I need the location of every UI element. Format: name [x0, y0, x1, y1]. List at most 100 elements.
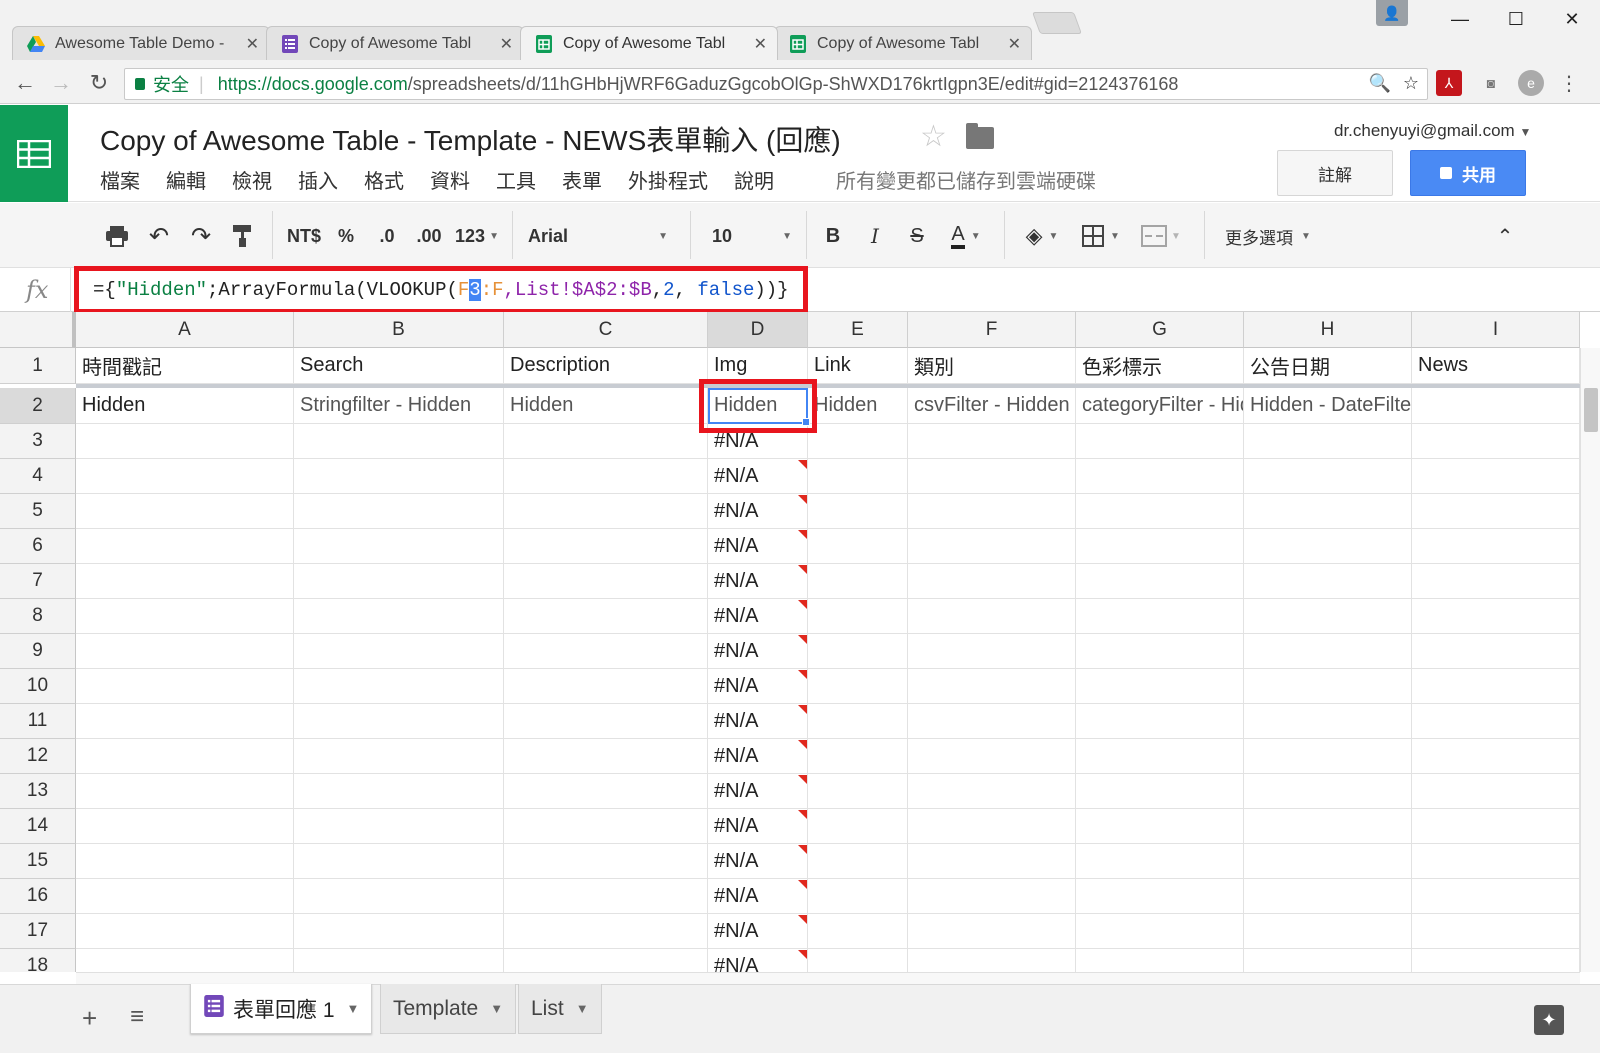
- row-header-1[interactable]: 1: [0, 348, 76, 384]
- cell-h17[interactable]: [1244, 914, 1412, 949]
- cell-h2[interactable]: Hidden - DateFilter: [1244, 388, 1412, 424]
- formula-input[interactable]: ={"Hidden";ArrayFormula(VLOOKUP(F3:F,Lis…: [74, 266, 808, 314]
- cell-g12[interactable]: [1076, 739, 1244, 774]
- new-tab-button[interactable]: [1031, 12, 1083, 34]
- cell-h4[interactable]: [1244, 459, 1412, 494]
- cell-b12[interactable]: [294, 739, 504, 774]
- cell-a8[interactable]: [76, 599, 294, 634]
- cell-e10[interactable]: [808, 669, 908, 704]
- cell-i17[interactable]: [1412, 914, 1580, 949]
- increase-decimal-button[interactable]: .00: [412, 221, 446, 251]
- cell-d18[interactable]: #N/A: [708, 949, 808, 972]
- cell-a15[interactable]: [76, 844, 294, 879]
- cell-g8[interactable]: [1076, 599, 1244, 634]
- cell-h5[interactable]: [1244, 494, 1412, 529]
- cell-f12[interactable]: [908, 739, 1076, 774]
- select-all-corner[interactable]: [0, 312, 76, 348]
- cell-e6[interactable]: [808, 529, 908, 564]
- cell-f9[interactable]: [908, 634, 1076, 669]
- cell-g4[interactable]: [1076, 459, 1244, 494]
- cell-e17[interactable]: [808, 914, 908, 949]
- comments-button[interactable]: 註解: [1277, 150, 1393, 196]
- redo-icon[interactable]: ↷: [186, 221, 216, 251]
- close-tab-icon[interactable]: ✕: [754, 34, 767, 54]
- close-tab-icon[interactable]: ✕: [1008, 34, 1021, 54]
- menu-file[interactable]: 檔案: [100, 165, 140, 194]
- cell-g15[interactable]: [1076, 844, 1244, 879]
- cell-h14[interactable]: [1244, 809, 1412, 844]
- more-options-button[interactable]: 更多選項 ▼: [1218, 221, 1318, 251]
- row-header-15[interactable]: 15: [0, 844, 76, 879]
- cell-g3[interactable]: [1076, 424, 1244, 459]
- cell-a10[interactable]: [76, 669, 294, 704]
- font-size-dropdown[interactable]: 10 ▼: [712, 221, 792, 251]
- column-header-h[interactable]: H: [1244, 312, 1412, 348]
- cell-i18[interactable]: [1412, 949, 1580, 972]
- profile-icon[interactable]: 👤: [1376, 0, 1408, 26]
- cell-i1[interactable]: News: [1412, 348, 1580, 384]
- cell-a14[interactable]: [76, 809, 294, 844]
- cell-g7[interactable]: [1076, 564, 1244, 599]
- scrollbar-thumb[interactable]: [1584, 388, 1598, 432]
- cell-a9[interactable]: [76, 634, 294, 669]
- cell-i12[interactable]: [1412, 739, 1580, 774]
- cell-h12[interactable]: [1244, 739, 1412, 774]
- cell-d9[interactable]: #N/A: [708, 634, 808, 669]
- cell-e15[interactable]: [808, 844, 908, 879]
- cell-e13[interactable]: [808, 774, 908, 809]
- cell-b14[interactable]: [294, 809, 504, 844]
- cell-h11[interactable]: [1244, 704, 1412, 739]
- cell-f13[interactable]: [908, 774, 1076, 809]
- merge-cells-button[interactable]: ▼: [1136, 221, 1186, 251]
- close-tab-icon[interactable]: ✕: [500, 34, 513, 54]
- cell-b17[interactable]: [294, 914, 504, 949]
- cell-c10[interactable]: [504, 669, 708, 704]
- column-header-c[interactable]: C: [504, 312, 708, 348]
- column-header-e[interactable]: E: [808, 312, 908, 348]
- column-header-g[interactable]: G: [1076, 312, 1244, 348]
- cell-c2[interactable]: Hidden: [504, 388, 708, 424]
- text-color-button[interactable]: A ▼: [942, 221, 990, 251]
- cell-d8[interactable]: #N/A: [708, 599, 808, 634]
- menu-addons[interactable]: 外掛程式: [628, 165, 708, 194]
- document-title[interactable]: Copy of Awesome Table - Template - NEWS表…: [100, 119, 841, 159]
- cell-b10[interactable]: [294, 669, 504, 704]
- cell-e8[interactable]: [808, 599, 908, 634]
- account-email[interactable]: dr.chenyuyi@gmail.com ▼: [1334, 121, 1531, 141]
- cell-a2[interactable]: Hidden: [76, 388, 294, 424]
- cell-d16[interactable]: #N/A: [708, 879, 808, 914]
- row-header-16[interactable]: 16: [0, 879, 76, 914]
- secure-indicator[interactable]: 安全: [135, 71, 189, 97]
- close-tab-icon[interactable]: ✕: [246, 34, 259, 54]
- cell-f6[interactable]: [908, 529, 1076, 564]
- cell-c17[interactable]: [504, 914, 708, 949]
- pdf-extension-icon[interactable]: ⅄: [1436, 70, 1462, 96]
- cell-g6[interactable]: [1076, 529, 1244, 564]
- sheets-logo-icon[interactable]: [0, 105, 68, 202]
- cell-h6[interactable]: [1244, 529, 1412, 564]
- cell-h13[interactable]: [1244, 774, 1412, 809]
- row-header-10[interactable]: 10: [0, 669, 76, 704]
- cell-g18[interactable]: [1076, 949, 1244, 972]
- chevron-down-icon[interactable]: ▼: [490, 1001, 503, 1016]
- close-window-icon[interactable]: ✕: [1544, 0, 1600, 38]
- cell-a17[interactable]: [76, 914, 294, 949]
- cell-i8[interactable]: [1412, 599, 1580, 634]
- cell-g14[interactable]: [1076, 809, 1244, 844]
- cell-h18[interactable]: [1244, 949, 1412, 972]
- browser-tab-1[interactable]: Awesome Table Demo - ✕: [12, 26, 270, 60]
- cell-a4[interactable]: [76, 459, 294, 494]
- cell-f15[interactable]: [908, 844, 1076, 879]
- cell-a11[interactable]: [76, 704, 294, 739]
- menu-edit[interactable]: 編輯: [166, 165, 206, 194]
- cell-b16[interactable]: [294, 879, 504, 914]
- cell-f3[interactable]: [908, 424, 1076, 459]
- star-icon[interactable]: ☆: [920, 119, 947, 154]
- back-icon[interactable]: ←: [10, 68, 40, 98]
- cell-i2[interactable]: [1412, 388, 1580, 424]
- cell-c3[interactable]: [504, 424, 708, 459]
- vertical-scrollbar[interactable]: [1580, 348, 1600, 972]
- cell-a5[interactable]: [76, 494, 294, 529]
- row-header-7[interactable]: 7: [0, 564, 76, 599]
- cell-g13[interactable]: [1076, 774, 1244, 809]
